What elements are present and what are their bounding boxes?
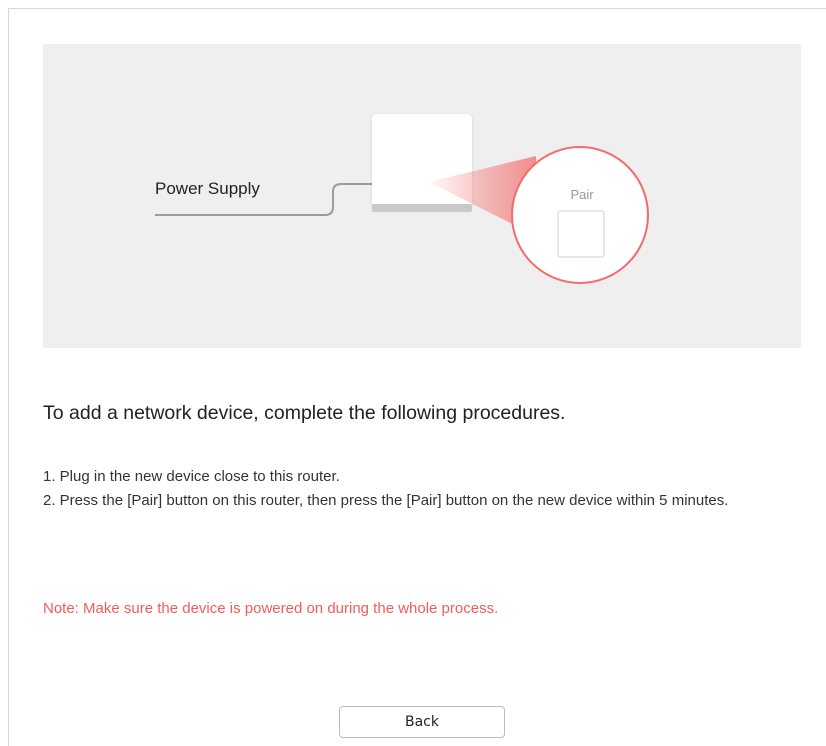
back-button[interactable]: Back bbox=[339, 706, 505, 738]
router-base bbox=[372, 204, 472, 212]
instruction-steps: 1. Plug in the new device close to this … bbox=[43, 465, 803, 513]
pair-button-graphic bbox=[557, 210, 605, 258]
step-1: 1. Plug in the new device close to this … bbox=[43, 468, 340, 485]
pairing-illustration: Power Supply Pair bbox=[43, 44, 801, 348]
power-note: Note: Make sure the device is powered on… bbox=[43, 600, 499, 617]
instructions-heading: To add a network device, complete the fo… bbox=[43, 402, 566, 424]
step-2: 2. Press the [Pair] button on this route… bbox=[43, 492, 729, 509]
pair-label: Pair bbox=[570, 187, 594, 202]
power-supply-label: Power Supply bbox=[155, 179, 260, 198]
